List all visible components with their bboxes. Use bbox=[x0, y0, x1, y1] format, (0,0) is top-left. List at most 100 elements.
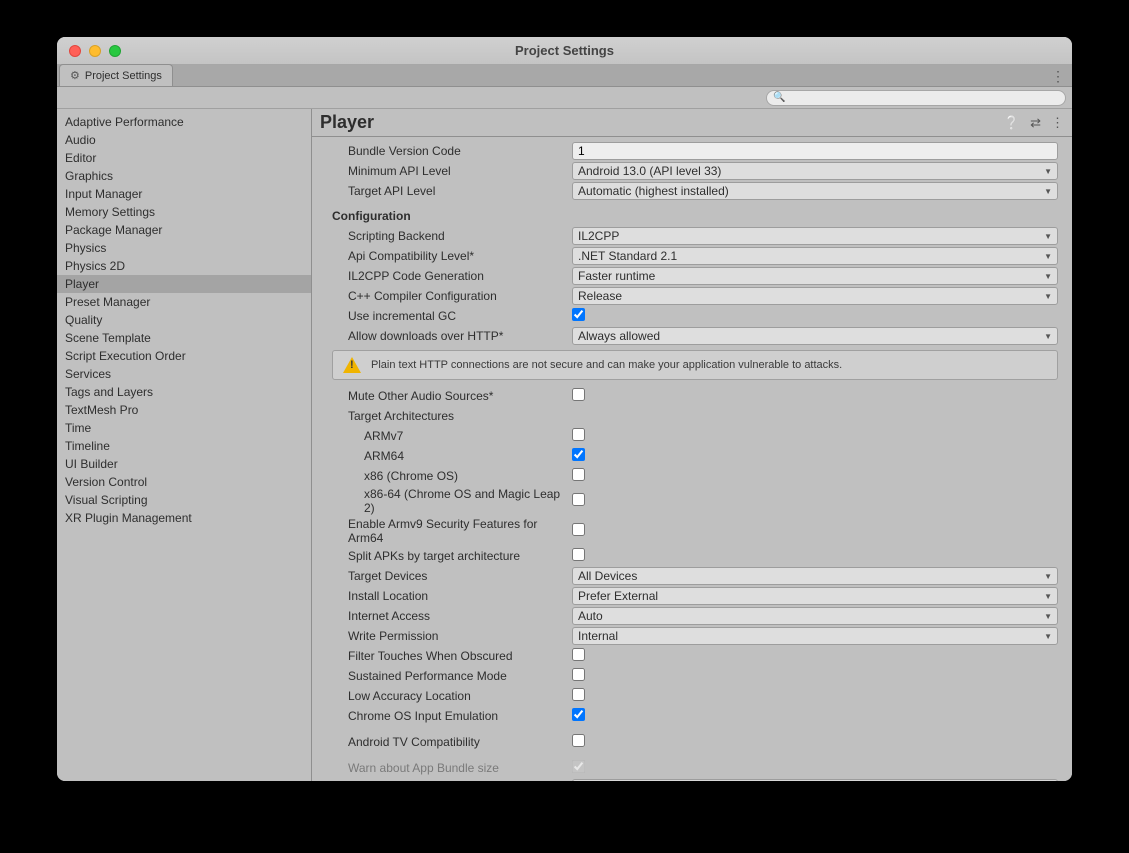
chevron-down-icon: ▼ bbox=[1044, 592, 1052, 601]
chevron-down-icon: ▼ bbox=[1044, 612, 1052, 621]
target-api-label: Target API Level bbox=[332, 184, 572, 198]
more-icon[interactable]: ⋮ bbox=[1051, 115, 1064, 131]
page-title: Player bbox=[320, 112, 374, 133]
chevron-down-icon: ▼ bbox=[1044, 272, 1052, 281]
sidebar-item-services[interactable]: Services bbox=[57, 365, 311, 383]
sustained-perf-checkbox[interactable] bbox=[572, 668, 585, 681]
minimize-button[interactable] bbox=[89, 45, 101, 57]
scripting-backend-dropdown[interactable]: IL2CPP▼ bbox=[572, 227, 1058, 245]
sidebar-item-physics-2d[interactable]: Physics 2D bbox=[57, 257, 311, 275]
write-permission-label: Write Permission bbox=[332, 629, 572, 643]
configuration-section-header: Configuration bbox=[332, 201, 1058, 226]
sidebar-item-textmesh-pro[interactable]: TextMesh Pro bbox=[57, 401, 311, 419]
install-location-dropdown[interactable]: Prefer External▼ bbox=[572, 587, 1058, 605]
sidebar-item-ui-builder[interactable]: UI Builder bbox=[57, 455, 311, 473]
chrome-input-checkbox[interactable] bbox=[572, 708, 585, 721]
search-input[interactable] bbox=[789, 92, 1059, 104]
split-apk-label: Split APKs by target architecture bbox=[332, 549, 572, 563]
sidebar-item-scene-template[interactable]: Scene Template bbox=[57, 329, 311, 347]
android-tv-checkbox[interactable] bbox=[572, 734, 585, 747]
target-arch-header: Target Architectures bbox=[332, 409, 572, 423]
help-icon[interactable]: ❔ bbox=[1004, 115, 1020, 131]
allow-http-label: Allow downloads over HTTP* bbox=[332, 329, 572, 343]
incremental-gc-label: Use incremental GC bbox=[332, 309, 572, 323]
sidebar-item-player[interactable]: Player bbox=[57, 275, 311, 293]
low-accuracy-label: Low Accuracy Location bbox=[332, 689, 572, 703]
chevron-down-icon: ▼ bbox=[1044, 187, 1052, 196]
preset-icon[interactable]: ⇄ bbox=[1030, 115, 1041, 131]
sidebar-item-preset-manager[interactable]: Preset Manager bbox=[57, 293, 311, 311]
maximize-button[interactable] bbox=[109, 45, 121, 57]
sidebar-item-package-manager[interactable]: Package Manager bbox=[57, 221, 311, 239]
window-title: Project Settings bbox=[57, 43, 1072, 58]
http-warning-box: Plain text HTTP connections are not secu… bbox=[332, 350, 1058, 380]
android-tv-label: Android TV Compatibility bbox=[332, 735, 572, 749]
incremental-gc-checkbox[interactable] bbox=[572, 308, 585, 321]
sidebar-item-audio[interactable]: Audio bbox=[57, 131, 311, 149]
close-button[interactable] bbox=[69, 45, 81, 57]
arm64-label: ARM64 bbox=[332, 449, 572, 463]
target-api-dropdown[interactable]: Automatic (highest installed)▼ bbox=[572, 182, 1058, 200]
filter-touches-checkbox[interactable] bbox=[572, 648, 585, 661]
arm64-checkbox[interactable] bbox=[572, 448, 585, 461]
warn-bundle-label: Warn about App Bundle size bbox=[332, 761, 572, 775]
sidebar-item-physics[interactable]: Physics bbox=[57, 239, 311, 257]
write-permission-dropdown[interactable]: Internal▼ bbox=[572, 627, 1058, 645]
armv7-checkbox[interactable] bbox=[572, 428, 585, 441]
filter-touches-label: Filter Touches When Obscured bbox=[332, 649, 572, 663]
chevron-down-icon: ▼ bbox=[1044, 632, 1052, 641]
sustained-perf-label: Sustained Performance Mode bbox=[332, 669, 572, 683]
split-apk-checkbox[interactable] bbox=[572, 548, 585, 561]
search-field[interactable]: 🔍 bbox=[766, 90, 1066, 106]
sidebar-item-tags-and-layers[interactable]: Tags and Layers bbox=[57, 383, 311, 401]
http-warning-text: Plain text HTTP connections are not secu… bbox=[371, 359, 842, 371]
bundle-version-code-label: Bundle Version Code bbox=[332, 144, 572, 158]
target-devices-dropdown[interactable]: All Devices▼ bbox=[572, 567, 1058, 585]
allow-http-dropdown[interactable]: Always allowed▼ bbox=[572, 327, 1058, 345]
armv9-checkbox[interactable] bbox=[572, 523, 585, 536]
sidebar-item-timeline[interactable]: Timeline bbox=[57, 437, 311, 455]
x86-checkbox[interactable] bbox=[572, 468, 585, 481]
cpp-compiler-label: C++ Compiler Configuration bbox=[332, 289, 572, 303]
x86-64-checkbox[interactable] bbox=[572, 493, 585, 506]
chevron-down-icon: ▼ bbox=[1044, 167, 1052, 176]
api-compat-dropdown[interactable]: .NET Standard 2.1▼ bbox=[572, 247, 1058, 265]
sidebar-item-visual-scripting[interactable]: Visual Scripting bbox=[57, 491, 311, 509]
content-header: Player ❔ ⇄ ⋮ bbox=[312, 109, 1072, 137]
cpp-compiler-dropdown[interactable]: Release▼ bbox=[572, 287, 1058, 305]
armv9-label: Enable Armv9 Security Features for Arm64 bbox=[332, 517, 572, 545]
tab-project-settings[interactable]: ⚙ Project Settings bbox=[59, 64, 173, 86]
chevron-down-icon: ▼ bbox=[1044, 572, 1052, 581]
sidebar-item-adaptive-performance[interactable]: Adaptive Performance bbox=[57, 113, 311, 131]
sidebar-item-graphics[interactable]: Graphics bbox=[57, 167, 311, 185]
chevron-down-icon: ▼ bbox=[1044, 332, 1052, 341]
tab-context-menu-button[interactable]: ⋮ bbox=[1048, 65, 1068, 87]
sidebar-item-version-control[interactable]: Version Control bbox=[57, 473, 311, 491]
min-api-dropdown[interactable]: Android 13.0 (API level 33)▼ bbox=[572, 162, 1058, 180]
tab-bar: ⚙ Project Settings ⋮ bbox=[57, 65, 1072, 87]
project-settings-window: Project Settings ⚙ Project Settings ⋮ 🔍 … bbox=[57, 37, 1072, 781]
mute-audio-checkbox[interactable] bbox=[572, 388, 585, 401]
chevron-down-icon: ▼ bbox=[1044, 292, 1052, 301]
internet-access-dropdown[interactable]: Auto▼ bbox=[572, 607, 1058, 625]
x86-label: x86 (Chrome OS) bbox=[332, 469, 572, 483]
scripting-backend-label: Scripting Backend bbox=[332, 229, 572, 243]
target-devices-label: Target Devices bbox=[332, 569, 572, 583]
tab-label: Project Settings bbox=[85, 70, 162, 82]
content-scroll[interactable]: Bundle Version Code Minimum API Level An… bbox=[312, 137, 1072, 781]
sidebar-item-editor[interactable]: Editor bbox=[57, 149, 311, 167]
sidebar-item-time[interactable]: Time bbox=[57, 419, 311, 437]
sidebar-item-memory-settings[interactable]: Memory Settings bbox=[57, 203, 311, 221]
sidebar-item-xr-plugin-management[interactable]: XR Plugin Management bbox=[57, 509, 311, 527]
sidebar-item-input-manager[interactable]: Input Manager bbox=[57, 185, 311, 203]
sidebar-item-script-execution-order[interactable]: Script Execution Order bbox=[57, 347, 311, 365]
bundle-version-code-input[interactable] bbox=[572, 142, 1058, 160]
gear-icon: ⚙ bbox=[70, 69, 80, 82]
sidebar-item-quality[interactable]: Quality bbox=[57, 311, 311, 329]
il2cpp-codegen-dropdown[interactable]: Faster runtime▼ bbox=[572, 267, 1058, 285]
il2cpp-codegen-label: IL2CPP Code Generation bbox=[332, 269, 572, 283]
settings-content: Player ❔ ⇄ ⋮ Bundle Version Code Minimum… bbox=[312, 109, 1072, 781]
bundle-threshold-input bbox=[572, 779, 1058, 781]
low-accuracy-checkbox[interactable] bbox=[572, 688, 585, 701]
search-icon: 🔍 bbox=[773, 92, 785, 103]
